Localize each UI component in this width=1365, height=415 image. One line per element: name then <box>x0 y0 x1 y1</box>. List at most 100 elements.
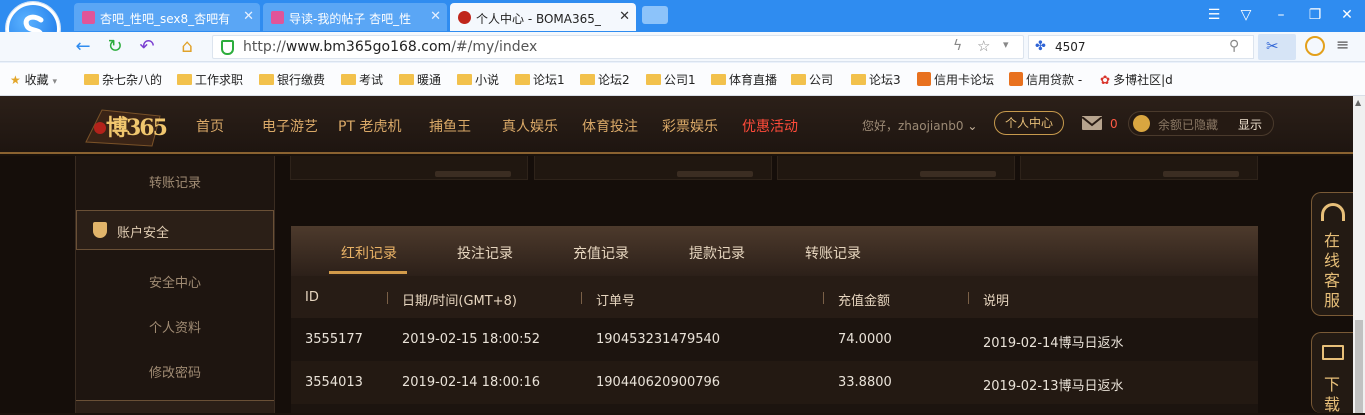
tab-3-active[interactable]: 个人中心 - BOMA365_ ✕ <box>450 3 636 31</box>
shirt-icon[interactable]: ▽ <box>1235 5 1257 25</box>
folder-icon <box>851 74 866 85</box>
smile-icon[interactable] <box>1305 36 1325 56</box>
nav-lottery[interactable]: 彩票娱乐 <box>662 116 718 136</box>
cut-tool-button[interactable]: ✂ <box>1258 34 1296 60</box>
bookmark-link[interactable]: 信用贷款 - <box>1009 71 1082 88</box>
bookmark-folder[interactable]: 银行缴费 <box>259 71 325 88</box>
menu-lines-icon[interactable]: ≡ <box>1336 35 1349 54</box>
tab-withdraw-records[interactable]: 提款记录 <box>689 243 745 263</box>
folder-icon <box>580 74 595 85</box>
bookmark-link[interactable]: ✿ 多博社区|d <box>1100 71 1173 88</box>
tab-bet-records[interactable]: 投注记录 <box>457 243 513 263</box>
balance-hidden-text: 余额已隐藏 <box>1158 118 1219 132</box>
nav-fishing-king[interactable]: 捕鱼王 <box>429 116 471 136</box>
bookmark-folder[interactable]: 论坛2 <box>580 71 630 88</box>
records-tabs: 红利记录 投注记录 充值记录 提款记录 转账记录 <box>291 226 1258 276</box>
summary-cards <box>290 156 1258 180</box>
close-icon[interactable]: ✕ <box>243 9 254 24</box>
bookmark-favorites[interactable]: ★ 收藏 ▾ <box>10 71 57 88</box>
scroll-up-icon[interactable]: ▲ <box>1355 98 1361 107</box>
tab-deposit-records[interactable]: 充值记录 <box>573 243 629 263</box>
tab-transfer-records[interactable]: 转账记录 <box>805 243 861 263</box>
mail-icon[interactable] <box>1081 116 1103 130</box>
bookmark-folder[interactable]: 小说 <box>457 71 499 88</box>
bookmark-folder[interactable]: 论坛1 <box>515 71 565 88</box>
page-scrollbar[interactable]: ▲ <box>1353 96 1365 413</box>
online-service-widget[interactable]: 在线客服 <box>1311 192 1353 316</box>
bookmark-folder[interactable]: 公司1 <box>646 71 696 88</box>
nav-live-casino[interactable]: 真人娱乐 <box>502 116 558 136</box>
url-host: www.bm365go168.com <box>285 39 452 55</box>
chevron-down-icon[interactable]: ▾ <box>1003 38 1009 51</box>
sidebar-item-transfer-record[interactable]: 转账记录 <box>76 172 274 191</box>
scrollbar-thumb[interactable] <box>1355 320 1363 413</box>
home-icon[interactable]: ⌂ <box>176 36 198 58</box>
sidebar-item-security-center[interactable]: 安全中心 <box>76 272 274 291</box>
bookmark-folder[interactable]: 公司 <box>791 71 833 88</box>
show-balance-button[interactable]: 显示 <box>1238 116 1262 133</box>
url-input[interactable]: http://www.bm365go168.com/#/my/index ϟ ☆… <box>212 35 1024 59</box>
sidebar-item-personal-info[interactable]: 个人资料 <box>76 317 274 336</box>
bookmark-link[interactable]: 信用卡论坛 <box>917 71 994 88</box>
nav-sports-betting[interactable]: 体育投注 <box>582 116 638 136</box>
table-row: 3555177 2019-02-15 18:00:52 190453231479… <box>291 318 1258 361</box>
main-content: 转账记录 账户安全 安全中心 个人资料 修改密码 红利记录 投注记录 充值记录 … <box>0 156 1365 413</box>
folder-icon <box>399 74 414 85</box>
sidebar-section-account-security[interactable]: 账户安全 <box>76 210 274 250</box>
nav-pt-slots[interactable]: PT 老虎机 <box>338 116 401 136</box>
bookmark-folder[interactable]: 工作求职 <box>177 71 243 88</box>
shield-icon <box>93 222 107 238</box>
download-widget[interactable]: 下载 <box>1311 332 1353 414</box>
minimize-icon[interactable]: – <box>1270 5 1292 25</box>
lightning-icon[interactable]: ϟ <box>953 38 962 54</box>
close-icon[interactable]: ✕ <box>619 9 630 24</box>
bookmark-folder[interactable]: 论坛3 <box>851 71 901 88</box>
search-icon[interactable]: ⚲ <box>1229 38 1239 54</box>
tab-2[interactable]: 导读-我的帖子 杏吧_性 ✕ <box>263 3 447 31</box>
star-icon[interactable]: ☆ <box>977 37 990 55</box>
sidebar-item-change-password[interactable]: 修改密码 <box>76 362 274 381</box>
menu-icon[interactable]: ☰ <box>1203 5 1225 25</box>
bookmark-folder[interactable]: 考试 <box>341 71 383 88</box>
refresh-icon[interactable]: ↻ <box>104 36 126 58</box>
card-button[interactable] <box>1163 171 1239 177</box>
close-window-icon[interactable]: ✕ <box>1336 5 1358 25</box>
user-greeting[interactable]: 您好，zhaojianb0 ⌄ <box>862 117 977 134</box>
headset-icon <box>1321 203 1345 221</box>
new-tab-button[interactable] <box>642 6 668 24</box>
cell-order-no: 190440620900796 <box>596 375 721 390</box>
undo-icon[interactable]: ↶ <box>136 36 158 58</box>
tab-1[interactable]: 杏吧_性吧_sex8_杏吧有 ✕ <box>74 3 260 31</box>
site-favicon-icon <box>1009 72 1023 86</box>
tab-bonus-records[interactable]: 红利记录 <box>341 243 397 263</box>
search-input[interactable]: ✤ 4507 ⚲ <box>1028 35 1254 59</box>
paw-icon: ✤ <box>1035 39 1046 54</box>
back-icon[interactable]: ← <box>72 36 94 58</box>
nav-home[interactable]: 首页 <box>196 116 224 136</box>
sidebar-next-section[interactable] <box>76 400 274 413</box>
card-button[interactable] <box>920 171 996 177</box>
chevron-down-icon: ▾ <box>52 77 57 87</box>
bookmark-folder[interactable]: 暖通 <box>399 71 441 88</box>
coin-icon <box>1133 115 1150 132</box>
close-icon[interactable]: ✕ <box>430 9 441 24</box>
bookmark-label: 论坛1 <box>533 73 565 87</box>
personal-center-button[interactable]: 个人中心 <box>994 111 1064 135</box>
card-button[interactable] <box>435 171 511 177</box>
restore-icon[interactable]: ❐ <box>1304 5 1326 25</box>
records-panel: 红利记录 投注记录 充值记录 提款记录 转账记录 ID 日期/时间(GMT+8)… <box>291 226 1258 413</box>
greeting-text: 您好，zhaojianb0 <box>862 119 964 133</box>
cell-datetime: 2019-02-14 18:00:16 <box>402 375 541 390</box>
card-button[interactable] <box>677 171 753 177</box>
tab-bar: 杏吧_性吧_sex8_杏吧有 ✕ 导读-我的帖子 杏吧_性 ✕ 个人中心 - B… <box>0 0 1365 32</box>
site-favicon-icon <box>271 11 284 24</box>
cell-order-no: 190453231479540 <box>596 332 721 347</box>
brand-logo[interactable]: 博365 <box>82 102 168 150</box>
folder-icon <box>646 74 661 85</box>
nav-promotions[interactable]: 优惠活动 <box>742 116 798 136</box>
nav-electronic-games[interactable]: 电子游艺 <box>262 116 318 136</box>
balance-box: 余额已隐藏 显示 <box>1128 111 1274 136</box>
bookmark-folder[interactable]: 体育直播 <box>711 71 777 88</box>
cell-id: 3555177 <box>305 332 363 347</box>
bookmark-folder[interactable]: 杂七杂八的 <box>84 71 162 88</box>
